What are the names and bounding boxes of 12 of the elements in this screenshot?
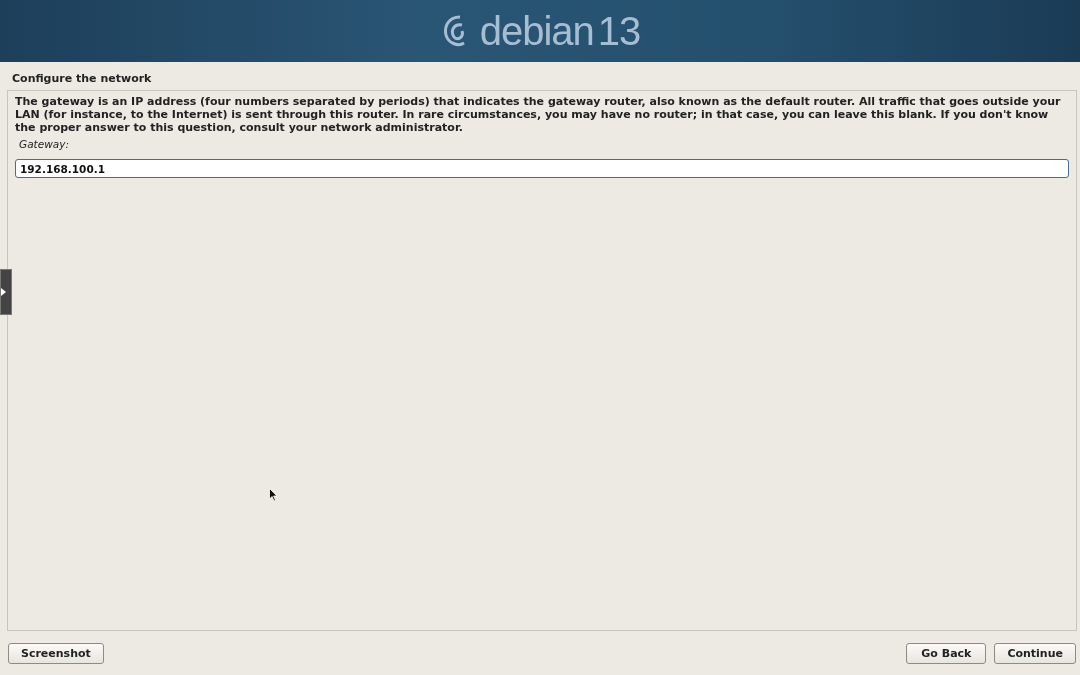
gateway-field[interactable]: 192.168.100.1 (15, 159, 1069, 178)
back-button[interactable]: Go Back (906, 642, 987, 664)
description-text: The gateway is an IP address (four numbers separated by periods) that indicates the gateway router, also known as the default router. All traffic that goes outside your LAN (for instance, to the Internet) is sent through this router. In rare circumstances, you may have no router; in that case, you can leave this blank. If you don't know the proper answer to this question, consult your network administrator. (15, 95, 1062, 134)
cursor-icon (269, 488, 278, 502)
side-handle[interactable] (0, 269, 12, 315)
page-title: Configure the network (11, 71, 153, 87)
version-text: 13 (597, 8, 641, 54)
logo-text: debian (479, 8, 594, 54)
continue-button[interactable]: Continue (994, 642, 1076, 664)
arrow-icon (1, 288, 6, 296)
screenshot-button[interactable]: Screenshot (8, 642, 104, 664)
field-label: Gateway: (19, 138, 70, 150)
